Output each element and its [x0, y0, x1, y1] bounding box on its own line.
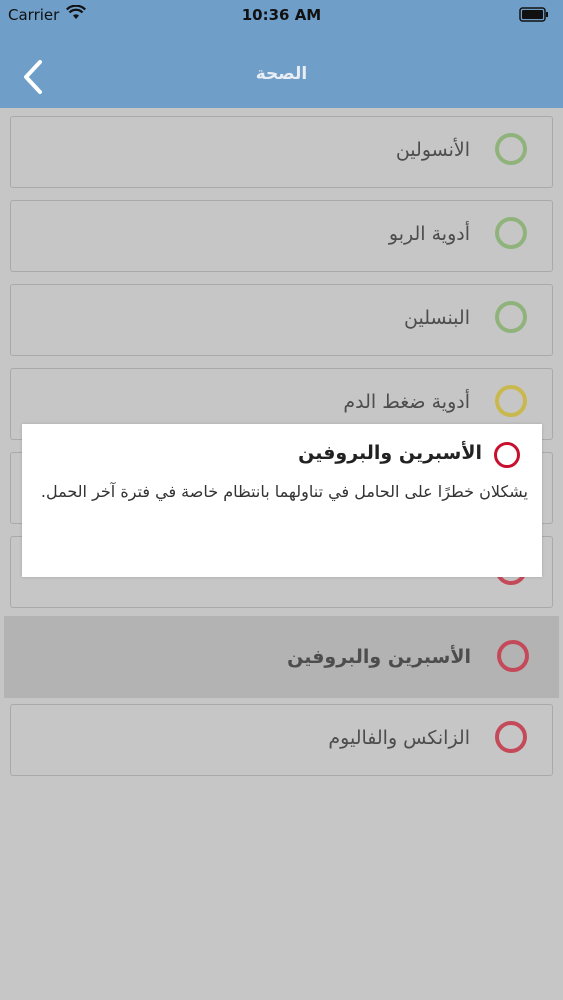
status-circle-icon — [494, 442, 520, 468]
page-title: الصحة — [255, 64, 308, 84]
list-item[interactable]: الأنسولين — [10, 116, 553, 188]
status-time: 10:36 AM — [241, 6, 322, 24]
status-circle-icon — [495, 301, 527, 333]
header: Carrier 10:36 AM الصحة — [0, 0, 563, 108]
list-item-selected[interactable]: الأسبرين والبروفين — [4, 616, 559, 698]
list-item-label: الأسبرين والبروفين — [287, 646, 471, 668]
list-item-label: الأنسولين — [395, 139, 470, 161]
popup-body: يشكلان خطرًا على الحامل في تناولهما بانت… — [40, 482, 528, 501]
info-popup[interactable]: الأسبرين والبروفين يشكلان خطرًا على الحا… — [22, 424, 542, 577]
list-item-label: أدوية ضغط الدم — [343, 391, 470, 413]
list-item-label: الزانكس والفاليوم — [328, 727, 470, 749]
list-item[interactable]: أدوية الربو — [10, 200, 553, 272]
status-circle-icon — [497, 640, 529, 672]
battery-icon — [519, 7, 548, 22]
list-item-label: البنسلين — [404, 307, 470, 329]
status-circle-icon — [495, 217, 527, 249]
list-item[interactable]: الزانكس والفاليوم — [10, 704, 553, 776]
status-circle-icon — [495, 385, 527, 417]
status-circle-icon — [495, 133, 527, 165]
list-item[interactable]: البنسلين — [10, 284, 553, 356]
screen: Carrier 10:36 AM الصحة الأنسولين أدوية ا… — [0, 0, 563, 1000]
list-item-label: أدوية الربو — [388, 223, 470, 245]
status-circle-icon — [495, 721, 527, 753]
status-bar: Carrier 10:36 AM — [0, 0, 563, 30]
popup-title: الأسبرين والبروفين — [298, 442, 482, 464]
